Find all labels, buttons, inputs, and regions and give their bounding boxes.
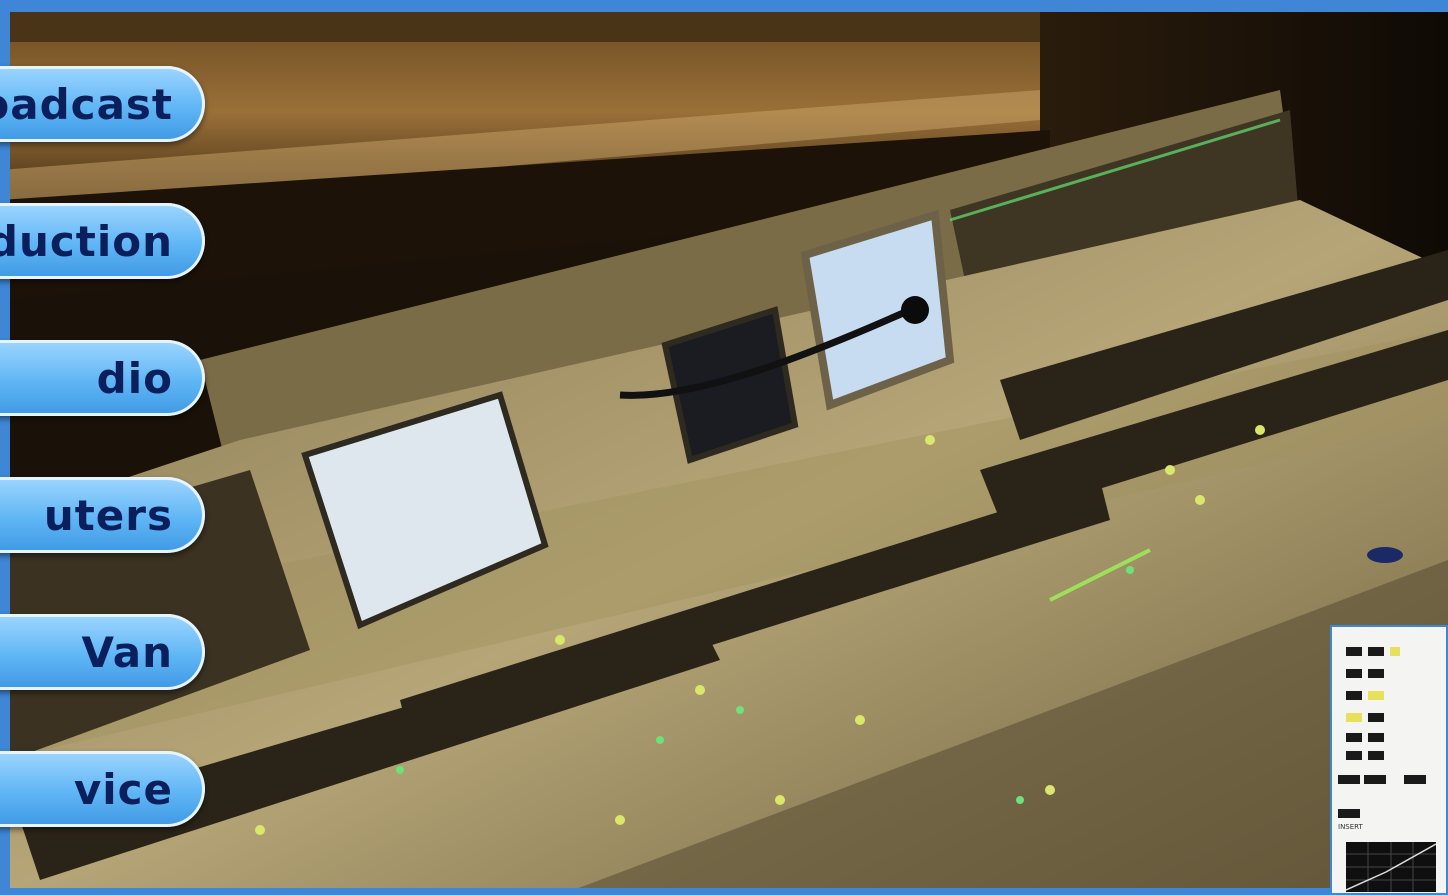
nav-item-radio[interactable]: dio xyxy=(0,340,205,416)
insert-label: INSERT xyxy=(1338,823,1363,831)
eq-graph-icon xyxy=(1346,842,1436,892)
nav-item-label: oadcast xyxy=(0,79,173,129)
nav-item-label: uters xyxy=(43,490,173,540)
mixing-console-photo xyxy=(0,0,1448,895)
bottom-border xyxy=(0,888,1448,895)
nav-item-label: duction xyxy=(0,216,173,266)
nav-item-label: Van xyxy=(81,627,173,677)
nav-item-service[interactable]: vice xyxy=(0,751,205,827)
top-border xyxy=(0,0,1448,12)
nav-item-label: vice xyxy=(73,764,173,814)
page: oadcast duction dio uters Van vice INSER… xyxy=(0,0,1448,895)
nav-item-label: dio xyxy=(96,353,173,403)
nav-item-production[interactable]: duction xyxy=(0,203,205,279)
console-screen-inset: INSERT xyxy=(1330,625,1448,895)
nav-item-ob-van[interactable]: Van xyxy=(0,614,205,690)
nav-item-broadcast[interactable]: oadcast xyxy=(0,66,205,142)
nav-item-routers[interactable]: uters xyxy=(0,477,205,553)
